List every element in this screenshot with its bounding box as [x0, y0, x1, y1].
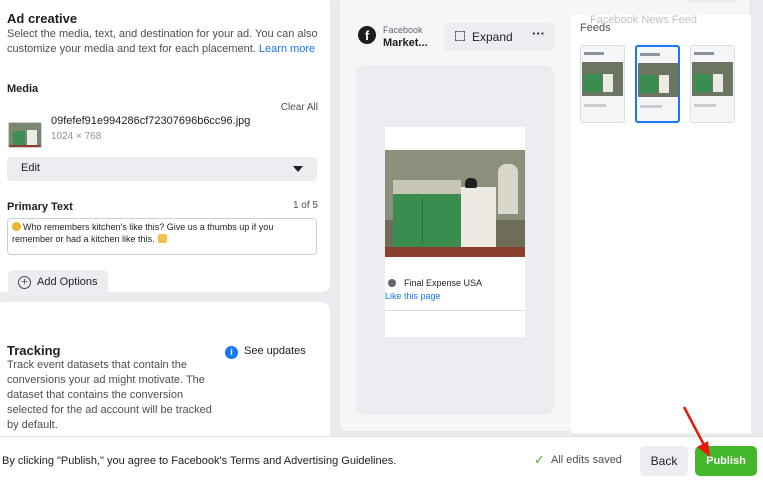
feed-placement-thumb-selected[interactable]	[635, 45, 680, 123]
ad-creative-title: Ad creative	[7, 11, 78, 26]
expand-button[interactable]: Expand	[444, 23, 529, 51]
primary-text-field[interactable]: Who remembers kitchen's like this? Give …	[7, 218, 317, 255]
red-arrow-annotation	[682, 406, 710, 457]
thumbs-up-emoji-icon	[157, 234, 167, 243]
preview-placement-name: Market...	[383, 37, 428, 49]
learn-more-link[interactable]: Learn more	[259, 43, 315, 55]
edit-dropdown-label: Edit	[21, 162, 40, 174]
plus-circle-icon: +	[18, 276, 31, 289]
ad-post-preview: Final Expense USA Like this page	[385, 127, 525, 337]
placements-column: Feeds Facebook News Feed	[571, 14, 751, 433]
feed-placement-thumb[interactable]	[690, 45, 735, 123]
info-icon[interactable]: i	[225, 346, 238, 359]
tracking-title: Tracking	[7, 343, 61, 358]
tracking-card: Tracking i See updates Track event datas…	[0, 302, 330, 442]
terms-text: By clicking "Publish," you agree to Face…	[2, 455, 397, 467]
expand-label: Expand	[472, 30, 513, 44]
primary-text-value: Who remembers kitchen's like this? Give …	[12, 222, 274, 244]
page-avatar	[388, 279, 396, 287]
like-page-link[interactable]: Like this page	[385, 291, 441, 301]
add-options-button[interactable]: + Add Options	[8, 270, 108, 296]
expand-icon	[455, 31, 465, 41]
primary-text-label: Primary Text	[7, 201, 73, 213]
saved-status: All edits saved	[551, 454, 622, 466]
ad-creative-description: Select the media, text, and destination …	[7, 28, 318, 55]
emoji-icon	[12, 222, 21, 231]
footer-bar: By clicking "Publish," you agree to Face…	[0, 436, 763, 484]
clear-all-link[interactable]: Clear All	[281, 102, 318, 113]
add-options-label: Add Options	[37, 276, 98, 288]
see-updates-link[interactable]: See updates	[244, 345, 306, 357]
edit-media-dropdown[interactable]: Edit	[7, 157, 317, 181]
ad-creative-card: Ad creative Select the media, text, and …	[0, 0, 330, 296]
primary-text-counter: 1 of 5	[292, 200, 318, 211]
phone-preview-frame: Final Expense USA Like this page	[356, 65, 554, 415]
media-file-name: 09fefef91e994286cf72307696b6cc96.jpg	[51, 115, 251, 127]
ad-preview-panel: f Facebook Market... Expand ··· Final Ex…	[339, 0, 751, 433]
feed-placement-thumb[interactable]	[580, 45, 625, 123]
media-label: Media	[7, 83, 39, 95]
feed-tooltip: Facebook News Feed	[590, 14, 697, 26]
top-toolbar-button[interactable]	[688, 0, 738, 3]
facebook-logo-icon: f	[358, 26, 376, 44]
more-options-button[interactable]: ···	[523, 23, 554, 51]
check-icon: ✓	[534, 452, 545, 467]
ad-image	[385, 150, 525, 257]
media-dimensions: 1024 × 768	[51, 131, 102, 142]
media-thumbnail[interactable]	[8, 122, 42, 148]
page-name: Final Expense USA	[404, 278, 483, 288]
preview-platform-label: Facebook	[383, 25, 423, 35]
chevron-down-icon	[293, 166, 303, 172]
tracking-description: Track event datasets that contain the co…	[7, 359, 212, 431]
post-divider	[385, 310, 525, 311]
